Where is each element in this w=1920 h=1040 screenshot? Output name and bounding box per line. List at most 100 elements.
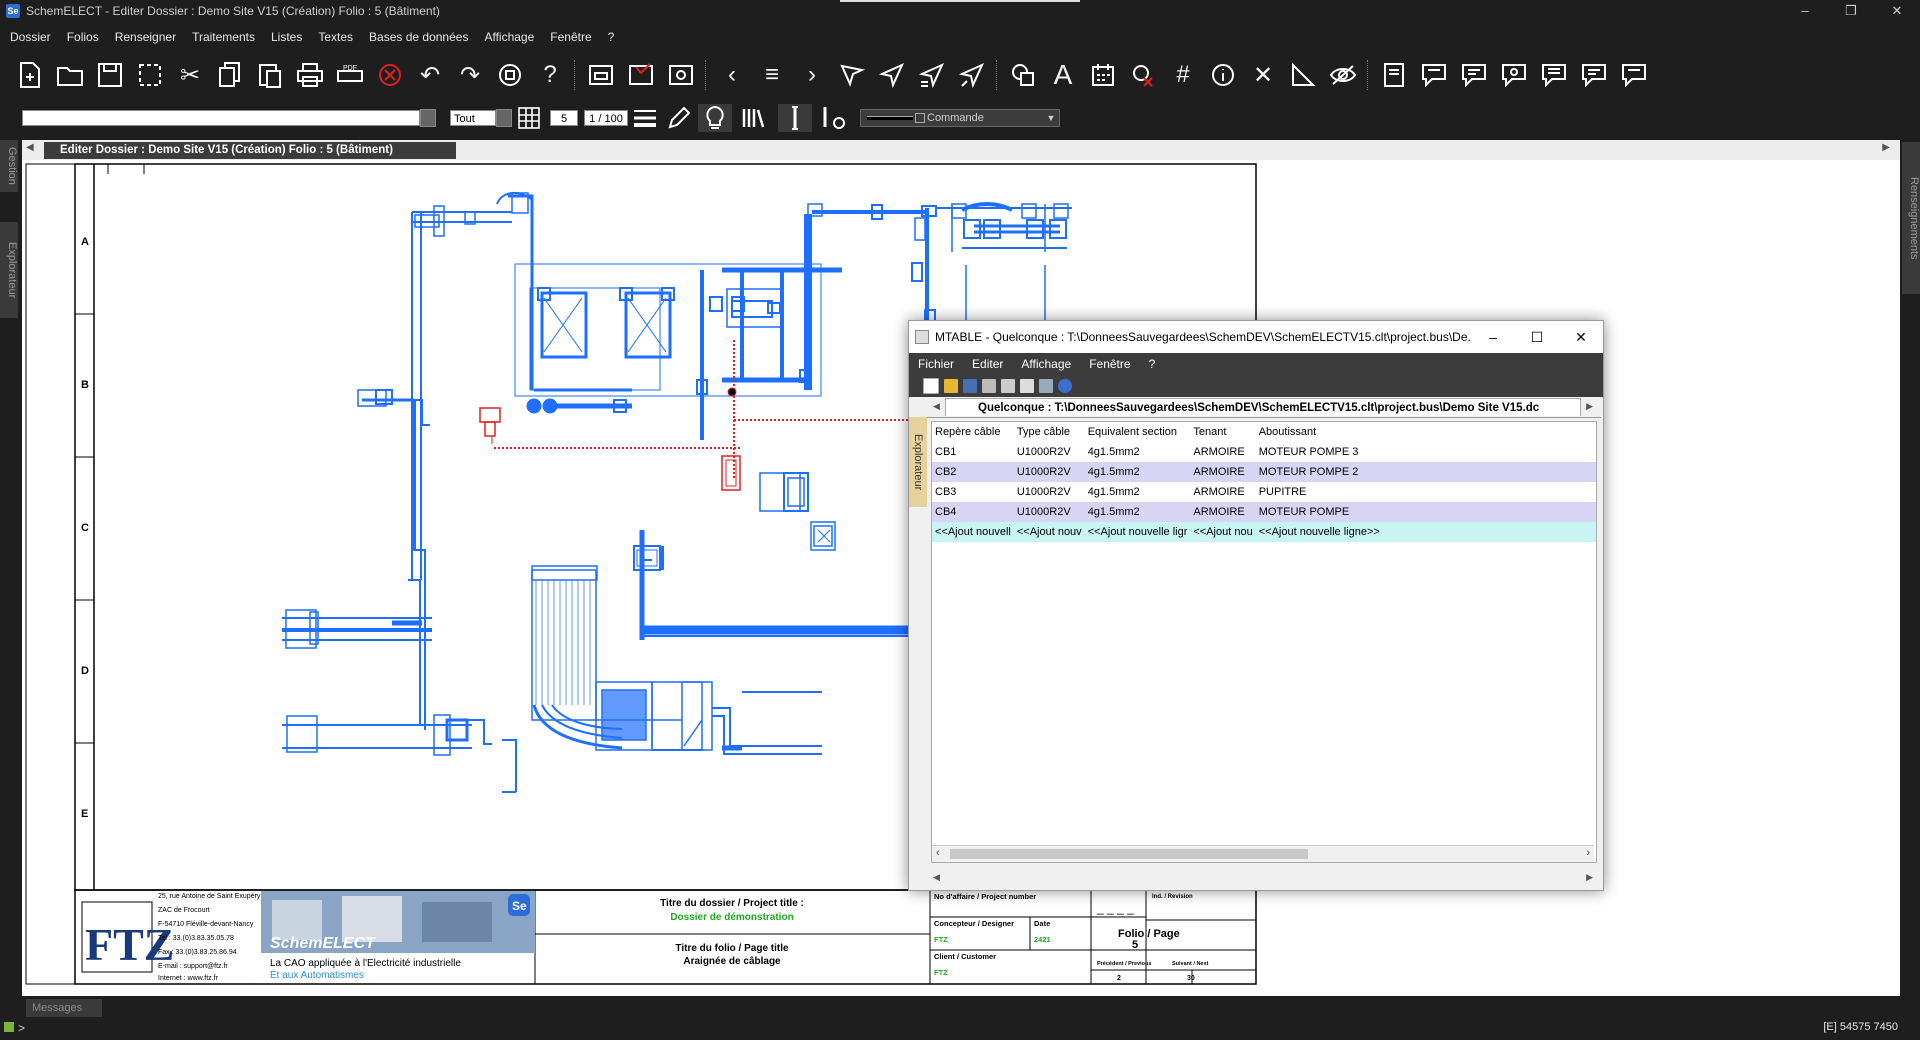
- scrollbar-thumb[interactable]: [950, 849, 1308, 859]
- table-row[interactable]: CB1 U1000R2V 4g1.5mm2 ARMOIRE MOTEUR POM…: [932, 442, 1596, 462]
- cell-repere[interactable]: CB3: [932, 482, 1014, 502]
- cell-section[interactable]: 4g1.5mm2: [1085, 442, 1191, 462]
- mtable-cut-icon[interactable]: [982, 379, 996, 393]
- mtable-status-right-icon[interactable]: ▶: [1586, 872, 1593, 883]
- add-row[interactable]: <<Ajout nouvell <<Ajout nouv <<Ajout nou…: [932, 522, 1596, 542]
- mtable-menu-fichier[interactable]: Fichier: [909, 357, 963, 371]
- scale-input[interactable]: 1 / 100: [584, 110, 628, 126]
- cell-aboutissant[interactable]: MOTEUR POMPE: [1256, 502, 1596, 522]
- menu-traitements[interactable]: Traitements: [184, 30, 263, 44]
- add-cell[interactable]: <<Ajout nouvell: [932, 522, 1014, 542]
- cell-section[interactable]: 4g1.5mm2: [1085, 502, 1191, 522]
- copy-icon[interactable]: [212, 57, 248, 93]
- save-icon[interactable]: [92, 57, 128, 93]
- mtable-status-left-icon[interactable]: ◀: [933, 872, 940, 883]
- measure-icon[interactable]: [1285, 57, 1321, 93]
- cell-aboutissant[interactable]: MOTEUR POMPE 3: [1256, 442, 1596, 462]
- redo-icon[interactable]: ↷: [452, 57, 488, 93]
- table-row[interactable]: CB4 U1000R2V 4g1.5mm2 ARMOIRE MOTEUR POM…: [932, 502, 1596, 522]
- menu-renseigner[interactable]: Renseigner: [107, 30, 184, 44]
- document-list-icon[interactable]: [1376, 57, 1412, 93]
- info-icon[interactable]: [1205, 57, 1241, 93]
- mtable-paste-icon[interactable]: [1020, 379, 1034, 393]
- scroll-left-arrow-icon[interactable]: ‹: [936, 847, 940, 859]
- maximize-button[interactable]: ❐: [1828, 0, 1874, 22]
- pdf-print-icon[interactable]: PDF: [332, 57, 368, 93]
- horizontal-scrollbar[interactable]: ‹ ›: [932, 845, 1594, 862]
- mtable-menu-editer[interactable]: Editer: [963, 357, 1012, 371]
- cell-tenant[interactable]: ARMOIRE: [1190, 442, 1255, 462]
- cell-type[interactable]: U1000R2V: [1014, 502, 1085, 522]
- send-list-icon[interactable]: [914, 57, 950, 93]
- comment-add-icon[interactable]: [1416, 57, 1452, 93]
- tab-scroll-left-icon[interactable]: ◀: [26, 142, 34, 153]
- mtable-help-icon[interactable]: [1058, 379, 1072, 393]
- cable-tool-icon[interactable]: [778, 104, 812, 132]
- previous-icon[interactable]: ‹: [714, 57, 750, 93]
- cell-type[interactable]: U1000R2V: [1014, 462, 1085, 482]
- add-cell[interactable]: <<Ajout nou: [1190, 522, 1255, 542]
- settings-window-icon[interactable]: [663, 57, 699, 93]
- close-button[interactable]: ✕: [1874, 0, 1920, 22]
- stop-icon[interactable]: [492, 57, 528, 93]
- layer-combobox[interactable]: [22, 110, 420, 126]
- mtable-path-tab[interactable]: Quelconque : T:\DonneesSauvegardees\Sche…: [945, 398, 1581, 416]
- mtable-save-icon[interactable]: [963, 379, 977, 393]
- menu-dossier[interactable]: Dossier: [0, 30, 59, 44]
- add-cell[interactable]: <<Ajout nouvelle ligne>>: [1256, 522, 1596, 542]
- comment-copy-icon[interactable]: [1616, 57, 1652, 93]
- print-icon[interactable]: [292, 57, 328, 93]
- command-dropdown-icon[interactable]: ▼: [1043, 113, 1059, 123]
- list-icon[interactable]: ≡: [754, 57, 790, 93]
- cell-repere[interactable]: CB1: [932, 442, 1014, 462]
- scroll-right-arrow-icon[interactable]: ›: [1586, 847, 1590, 859]
- side-tab-explorateur[interactable]: Explorateur: [0, 222, 18, 318]
- col-header-tenant[interactable]: Tenant: [1190, 422, 1255, 442]
- mtable-side-tab-explorateur[interactable]: Explorateur: [909, 417, 927, 507]
- cross-icon[interactable]: ✕: [1245, 57, 1281, 93]
- cell-tenant[interactable]: ARMOIRE: [1190, 482, 1255, 502]
- col-header-section[interactable]: Equivalent section: [1085, 422, 1191, 442]
- cell-section[interactable]: 4g1.5mm2: [1085, 462, 1191, 482]
- cell-tenant[interactable]: ARMOIRE: [1190, 462, 1255, 482]
- col-header-aboutissant[interactable]: Aboutissant: [1256, 422, 1596, 442]
- menu-fenetre[interactable]: Fenêtre: [542, 30, 599, 44]
- side-tab-gestion[interactable]: Gestion: [0, 140, 18, 192]
- side-tab-renseignements[interactable]: Renseignements: [1902, 142, 1920, 294]
- command-combobox[interactable]: Commande ▼: [860, 109, 1060, 127]
- menu-help[interactable]: ?: [600, 30, 623, 44]
- window-check-icon[interactable]: [623, 57, 659, 93]
- path-scroll-left-icon[interactable]: ◀: [933, 401, 940, 412]
- comment-edit-icon[interactable]: [1456, 57, 1492, 93]
- cell-type[interactable]: U1000R2V: [1014, 442, 1085, 462]
- mtable-new-icon[interactable]: [923, 378, 939, 394]
- filter-combobox[interactable]: Tout: [450, 110, 496, 126]
- col-header-type[interactable]: Type câble: [1014, 422, 1085, 442]
- filter-dropdown-button[interactable]: [496, 109, 512, 127]
- path-scroll-right-icon[interactable]: ▶: [1586, 401, 1593, 412]
- cell-tenant[interactable]: ARMOIRE: [1190, 502, 1255, 522]
- new-file-icon[interactable]: [12, 57, 48, 93]
- open-folder-icon[interactable]: [52, 57, 88, 93]
- table-row[interactable]: CB2 U1000R2V 4g1.5mm2 ARMOIRE MOTEUR POM…: [932, 462, 1596, 482]
- cell-aboutissant[interactable]: PUPITRE: [1256, 482, 1596, 502]
- mtable-copy-icon[interactable]: [1001, 379, 1015, 393]
- mtable-menu-fenetre[interactable]: Fenêtre: [1080, 357, 1139, 371]
- mtable-print-icon[interactable]: [1039, 379, 1053, 393]
- cell-repere[interactable]: CB2: [932, 462, 1014, 482]
- next-icon[interactable]: ›: [794, 57, 830, 93]
- mtable-open-icon[interactable]: [944, 379, 958, 393]
- minimize-button[interactable]: –: [1782, 0, 1828, 22]
- shapes-icon[interactable]: [1005, 57, 1041, 93]
- grid-hash-icon[interactable]: #: [1165, 57, 1201, 93]
- calendar-icon[interactable]: [1085, 57, 1121, 93]
- menu-affichage[interactable]: Affichage: [476, 30, 542, 44]
- comment-settings-icon[interactable]: [1496, 57, 1532, 93]
- cell-type[interactable]: U1000R2V: [1014, 482, 1085, 502]
- cell-repere[interactable]: CB4: [932, 502, 1014, 522]
- cell-section[interactable]: 4g1.5mm2: [1085, 482, 1191, 502]
- cut-icon[interactable]: ✂: [172, 57, 208, 93]
- select-area-icon[interactable]: [132, 57, 168, 93]
- comment-list-icon[interactable]: [1536, 57, 1572, 93]
- menu-folios[interactable]: Folios: [59, 30, 107, 44]
